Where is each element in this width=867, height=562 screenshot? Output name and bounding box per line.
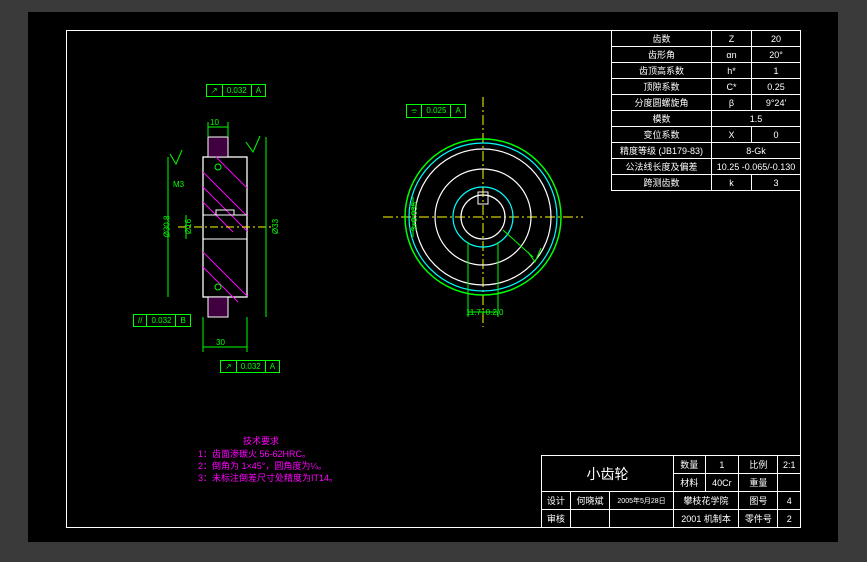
drawing-page: 齿数Z20 齿形角αn20° 齿顶高系数h*1 顶隙系数C*0.25 分度圆螺旋… xyxy=(28,12,838,542)
fcf-symmetry: ⌯0.025A xyxy=(406,104,466,118)
table-row: 跨测齿数k3 xyxy=(612,175,801,191)
dim-16: Ø16 xyxy=(184,219,193,234)
table-row: 齿形角αn20° xyxy=(612,47,801,63)
dim-10: 10 xyxy=(210,118,219,127)
dim-3035: 3+0.035 xyxy=(410,202,419,231)
table-row: 小齿轮 数量1比例2:1 xyxy=(542,456,801,474)
dim-30: 30 xyxy=(216,338,225,347)
table-row: 审核 2001 机制本零件号2 xyxy=(542,510,801,528)
table-row: 精度等级 (JB179-83)8-Gk xyxy=(612,143,801,159)
table-row: 齿顶高系数h*1 xyxy=(612,63,801,79)
dim-33: Ø33 xyxy=(271,219,280,234)
dim-117: 11.7+0.2/0 xyxy=(466,308,503,317)
table-row: 设计何晓斌2005年5月28日 攀枝花学院图号4 xyxy=(542,492,801,510)
fcf-runout-2: ↗0.032A xyxy=(220,360,280,373)
note-3: 3：未标注倒差尺寸处精度为IT14。 xyxy=(198,471,338,484)
table-row: 分度圆螺旋角β9°24' xyxy=(612,95,801,111)
gear-param-table: 齿数Z20 齿形角αn20° 齿顶高系数h*1 顶隙系数C*0.25 分度圆螺旋… xyxy=(611,30,801,191)
dim-m3: M3 xyxy=(173,180,184,189)
table-row: 公法线长度及偏差10.25 -0.065/-0.130 xyxy=(612,159,801,175)
table-row: 模数1.5 xyxy=(612,111,801,127)
fcf-parallel: //0.032B xyxy=(133,314,191,327)
notes-title: 技术要求 xyxy=(243,434,279,447)
section-view xyxy=(108,92,368,372)
table-row: 齿数Z20 xyxy=(612,31,801,47)
dim-30d: Ø30.8 xyxy=(162,216,171,238)
table-row: 变位系数X0 xyxy=(612,127,801,143)
table-row: 顶隙系数C*0.25 xyxy=(612,79,801,95)
part-name: 小齿轮 xyxy=(542,456,674,492)
title-block: 小齿轮 数量1比例2:1 材料40Cr重量 设计何晓斌2005年5月28日 攀枝… xyxy=(541,455,801,528)
fcf-runout-1: ↗0.032A xyxy=(206,84,266,97)
